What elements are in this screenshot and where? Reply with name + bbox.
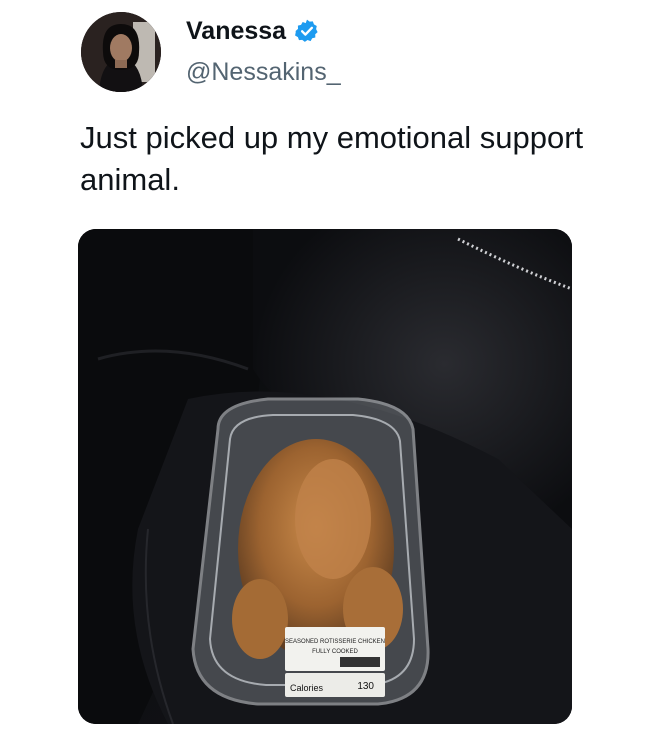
user-handle[interactable]: @Nessakins_ bbox=[186, 56, 341, 88]
avatar-photo bbox=[81, 12, 161, 92]
tweet-photo[interactable]: SEASONED ROTISSERIE CHICKEN FULLY COOKED… bbox=[78, 229, 572, 724]
tweet-text: Just picked up my emotional support anim… bbox=[80, 120, 584, 197]
name-row: Vanessa bbox=[186, 14, 320, 48]
avatar[interactable] bbox=[81, 12, 161, 92]
tweet-card: Vanessa @Nessakins_ Just picked up my em… bbox=[0, 0, 650, 733]
label-calories-text: Calories bbox=[290, 683, 324, 693]
chicken-photo: SEASONED ROTISSERIE CHICKEN FULLY COOKED… bbox=[78, 229, 572, 724]
label-subtitle: FULLY COOKED bbox=[312, 649, 358, 655]
verified-badge-icon bbox=[294, 18, 320, 44]
label-calories-value: 130 bbox=[357, 681, 374, 692]
label-title: SEASONED ROTISSERIE CHICKEN bbox=[285, 639, 385, 645]
display-name[interactable]: Vanessa bbox=[186, 14, 286, 48]
